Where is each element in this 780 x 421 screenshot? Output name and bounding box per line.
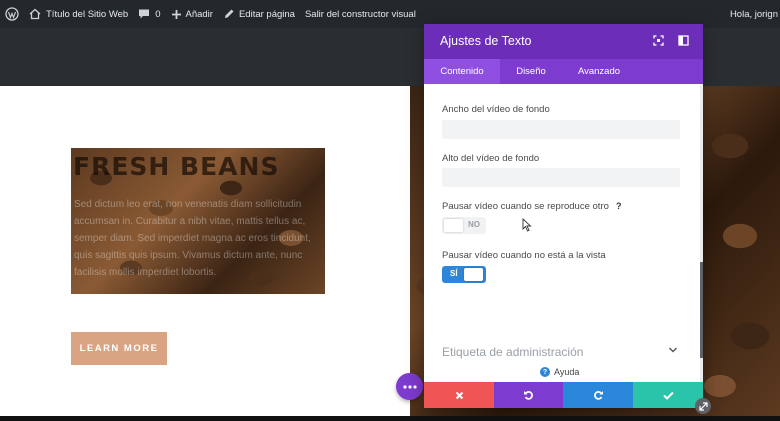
scrollbar-thumb[interactable] <box>700 262 703 358</box>
panel-tabs: Contenido Diseño Avanzado <box>424 59 703 84</box>
toggle-off-label: NO <box>468 220 480 229</box>
help-link[interactable]: ? Ayuda <box>540 367 579 377</box>
redo-icon <box>593 390 603 400</box>
redo-button[interactable] <box>563 382 633 408</box>
home-icon <box>29 8 41 20</box>
module-options-button[interactable] <box>396 373 423 400</box>
panel-body[interactable]: Ancho del vídeo de fondo Alto del vídeo … <box>424 84 703 382</box>
add-new-link[interactable]: Añadir <box>166 0 218 28</box>
more-dots-icon <box>402 384 417 389</box>
pause-other-label: Pausar vídeo cuando se reproduce otro <box>442 201 609 212</box>
video-height-label: Alto del vídeo de fondo <box>442 153 540 164</box>
panel-footer <box>424 382 703 408</box>
resize-icon <box>698 401 708 411</box>
pause-other-toggle[interactable]: NO <box>442 217 486 234</box>
undo-button[interactable] <box>494 382 563 408</box>
pause-other-help[interactable]: ? <box>616 201 622 211</box>
help-label: Ayuda <box>554 367 580 377</box>
video-width-input[interactable] <box>442 120 680 139</box>
page-bottom-edge <box>0 416 780 421</box>
tab-diseno[interactable]: Diseño <box>500 59 562 84</box>
undo-icon <box>524 390 533 400</box>
video-height-input[interactable] <box>442 168 680 187</box>
module-heading: FRESH BEANS <box>73 152 280 181</box>
cursor-icon <box>522 218 532 232</box>
toggle-knob <box>464 268 483 281</box>
pause-offscreen-toggle[interactable]: SÍ <box>442 266 486 283</box>
toggle-on-label: SÍ <box>450 269 458 278</box>
comments-count: 0 <box>155 8 161 20</box>
site-title-link[interactable]: Título del Sitio Web <box>24 0 133 28</box>
plus-icon <box>171 9 181 19</box>
comments-link[interactable]: 0 <box>133 0 165 28</box>
check-icon <box>662 391 674 400</box>
text-module[interactable]: FRESH BEANS Sed dictum leo erat, non ven… <box>71 148 325 294</box>
pause-offscreen-label: Pausar vídeo cuando no está a la vista <box>442 250 606 261</box>
panel-resize-handle[interactable] <box>695 398 711 414</box>
video-width-label: Ancho del vídeo de fondo <box>442 104 550 115</box>
site-title: Título del Sitio Web <box>46 8 129 20</box>
edit-page-label: Editar página <box>238 8 295 20</box>
panel-header[interactable]: Ajustes de Texto <box>424 24 703 59</box>
admin-label-section[interactable]: Etiqueta de administración <box>442 345 583 359</box>
panel-title: Ajustes de Texto <box>440 34 532 48</box>
add-new-label: Añadir <box>185 8 213 20</box>
help-icon: ? <box>540 367 550 377</box>
exit-builder-link[interactable]: Salir del constructor visual <box>300 0 421 28</box>
discard-button[interactable] <box>424 382 494 408</box>
chevron-down-icon[interactable] <box>668 346 678 354</box>
tab-avanzado[interactable]: Avanzado <box>564 59 634 84</box>
wordpress-logo-button[interactable] <box>0 0 24 28</box>
edit-icon <box>224 9 234 18</box>
toggle-knob <box>444 219 463 232</box>
edit-page-link[interactable]: Editar página <box>218 0 300 28</box>
expand-icon[interactable] <box>653 35 664 46</box>
comment-icon <box>139 9 150 19</box>
save-button[interactable] <box>633 382 703 408</box>
tab-contenido[interactable]: Contenido <box>424 59 500 84</box>
greeting-text: Hola, jorign <box>729 8 778 20</box>
wordpress-icon <box>5 7 19 21</box>
module-body-text: Sed dictum leo erat, non venenatis diam … <box>74 199 311 278</box>
text-settings-panel: Ajustes de Texto Contenido Diseño Avanza… <box>424 24 703 408</box>
close-icon <box>455 391 463 399</box>
sidebar-toggle-icon[interactable] <box>678 35 689 46</box>
exit-builder-label: Salir del constructor visual <box>304 8 416 20</box>
user-greeting[interactable]: Hola, jorign <box>730 0 780 28</box>
learn-more-button[interactable]: LEARN MORE <box>71 332 167 365</box>
